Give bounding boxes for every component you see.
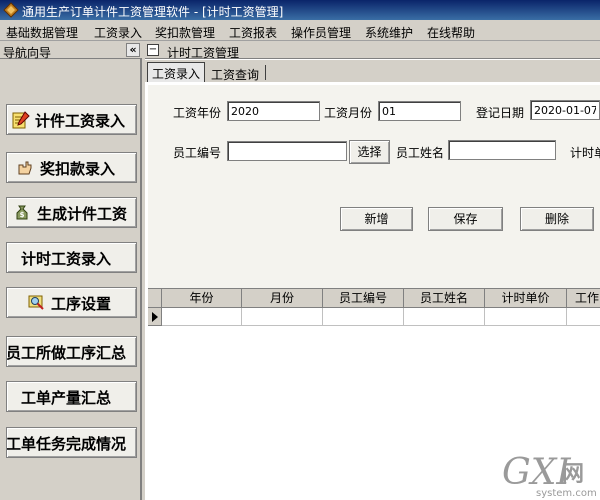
entry-form: 工资年份 工资月份 登记日期 员工编号 选择 员工姓名 计时单 新增 保存 删除 xyxy=(148,85,600,288)
navigation-panel: 导航向导 « 计件工资录入 奖扣款录入 $ 生成计件工资 计时工资录入 工序设置… xyxy=(0,42,142,500)
choose-employee-button[interactable]: 选择 xyxy=(349,140,390,164)
nav-generate-piecework-button[interactable]: $ 生成计件工资 xyxy=(6,197,137,228)
menu-wage-entry[interactable]: 工资录入 xyxy=(94,24,142,41)
money-bag-icon: $ xyxy=(16,205,28,220)
grid-corner xyxy=(148,289,162,308)
year-input[interactable] xyxy=(227,101,320,121)
main-title: 计时工资管理 xyxy=(167,46,240,60)
menu-help[interactable]: 在线帮助 xyxy=(427,24,475,41)
nav-item-label: 员工所做工序汇总 xyxy=(6,344,127,362)
grid-cell[interactable] xyxy=(162,308,242,326)
nav-bonus-entry-button[interactable]: 奖扣款录入 xyxy=(6,152,137,183)
nav-title: 导航向导 xyxy=(3,46,52,60)
window-titlebar: 通用生产订单计件工资管理软件 - [计时工资管理] xyxy=(0,0,600,20)
grid-cell[interactable] xyxy=(404,308,485,326)
app-logo-icon xyxy=(3,2,19,18)
table-row[interactable] xyxy=(148,308,600,326)
employee-number-input[interactable] xyxy=(227,141,347,161)
grid-cell[interactable] xyxy=(567,308,600,326)
nav-employee-process-summary-button[interactable]: 员工所做工序汇总 xyxy=(6,336,137,367)
site-watermark: GXI 网 system.com xyxy=(500,452,600,500)
menu-basic-data[interactable]: 基础数据管理 xyxy=(6,24,78,41)
grid-cell[interactable] xyxy=(323,308,404,326)
employee-name-input[interactable] xyxy=(448,140,556,160)
grid-column-header[interactable]: 计时单价 xyxy=(485,289,567,308)
nav-item-label: 工单产量汇总 xyxy=(21,389,112,407)
grid-column-header[interactable]: 员工编号 xyxy=(323,289,404,308)
tab-separator xyxy=(265,65,266,80)
nav-item-label: 工序设置 xyxy=(51,295,112,313)
nav-item-label: 工单任务完成情况 xyxy=(6,435,127,453)
watermark-site: system.com xyxy=(536,488,597,499)
svg-text:$: $ xyxy=(20,211,25,219)
nav-collapse-button[interactable]: « xyxy=(126,43,140,57)
save-button[interactable]: 保存 xyxy=(428,207,503,231)
nav-task-completion-button[interactable]: 工单任务完成情况 xyxy=(6,427,137,458)
nav-hourly-entry-button[interactable]: 计时工资录入 xyxy=(6,242,137,273)
tab-strip: 工资录入 工资查询 xyxy=(145,60,600,82)
grid-column-header[interactable]: 年份 xyxy=(162,289,242,308)
date-label: 登记日期 xyxy=(476,106,525,120)
date-input[interactable] xyxy=(530,100,600,120)
tab-wage-query[interactable]: 工资查询 xyxy=(207,64,263,82)
month-input[interactable] xyxy=(378,101,461,121)
row-pointer-icon xyxy=(148,308,162,326)
employee-number-label: 员工编号 xyxy=(173,146,222,160)
tab-wage-entry[interactable]: 工资录入 xyxy=(147,62,206,82)
pencil-notepad-icon xyxy=(12,111,30,129)
nav-process-settings-button[interactable]: 工序设置 xyxy=(6,287,137,318)
menu-system[interactable]: 系统维护 xyxy=(365,24,413,41)
main-panel: − 计时工资管理 工资录入 工资查询 工资年份 工资月份 登记日期 员工编号 选… xyxy=(145,42,600,500)
hand-pointer-icon xyxy=(18,161,32,175)
grid-cell[interactable] xyxy=(485,308,567,326)
main-header: − 计时工资管理 xyxy=(145,42,600,60)
grid-column-header[interactable]: 员工姓名 xyxy=(404,289,485,308)
hourly-rate-label: 计时单 xyxy=(570,146,600,160)
grid-header: 年份 月份 员工编号 员工姓名 计时单价 工作 xyxy=(148,289,600,308)
grid-column-header[interactable]: 月份 xyxy=(242,289,323,308)
search-card-icon xyxy=(28,295,44,310)
nav-item-label: 生成计件工资 xyxy=(37,205,128,223)
nav-item-label: 奖扣款录入 xyxy=(40,160,116,178)
menu-bonus-deduction[interactable]: 奖扣款管理 xyxy=(155,24,215,41)
grid-column-header[interactable]: 工作 xyxy=(567,289,600,308)
grid-cell[interactable] xyxy=(242,308,323,326)
window-title: 通用生产订单计件工资管理软件 - [计时工资管理] xyxy=(22,5,284,19)
month-label: 工资月份 xyxy=(324,106,373,120)
add-button[interactable]: 新增 xyxy=(340,207,413,231)
menu-bar: 基础数据管理 工资录入 奖扣款管理 工资报表 操作员管理 系统维护 在线帮助 xyxy=(0,20,600,41)
nav-item-label: 计件工资录入 xyxy=(35,112,126,130)
year-label: 工资年份 xyxy=(173,106,222,120)
nav-header: 导航向导 « xyxy=(0,42,142,60)
employee-name-label: 员工姓名 xyxy=(396,146,445,160)
delete-button[interactable]: 删除 xyxy=(520,207,594,231)
nav-item-label: 计时工资录入 xyxy=(21,250,112,268)
nav-piecework-entry-button[interactable]: 计件工资录入 xyxy=(6,104,137,135)
watermark-zh: 网 xyxy=(562,462,585,487)
nav-order-output-summary-button[interactable]: 工单产量汇总 xyxy=(6,381,137,412)
menu-wage-report[interactable]: 工资报表 xyxy=(229,24,277,41)
watermark-brand: GXI xyxy=(502,452,571,493)
menu-operator[interactable]: 操作员管理 xyxy=(291,24,351,41)
main-collapse-button[interactable]: − xyxy=(147,44,159,56)
